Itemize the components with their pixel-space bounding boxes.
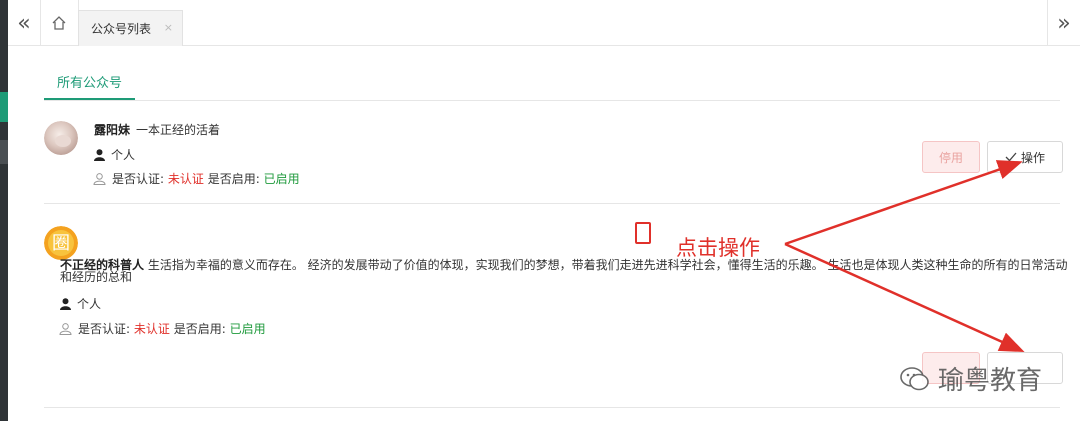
watermark: 瑜粤教育 (900, 360, 1042, 397)
arrow-to-operate-1 (784, 160, 1023, 246)
annotation-arrows (784, 160, 1025, 353)
annotation-label: 点击操作 (676, 236, 760, 260)
annotation-box (635, 222, 651, 244)
watermark-text: 瑜粤教育 (938, 366, 1043, 396)
wechat-icon (900, 366, 929, 390)
arrow-to-operate-2 (784, 242, 1025, 353)
